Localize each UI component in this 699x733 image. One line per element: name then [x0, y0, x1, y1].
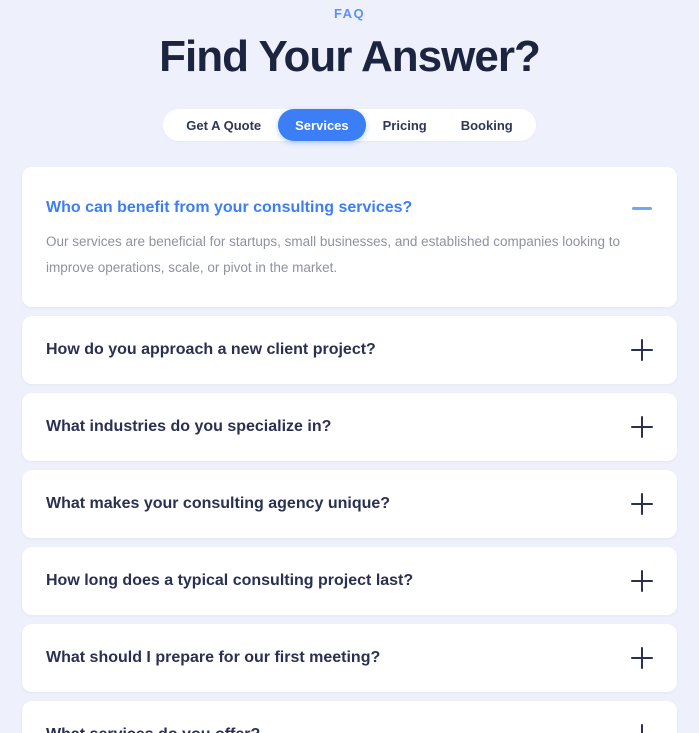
plus-icon[interactable] — [631, 493, 653, 515]
faq-item[interactable]: What should I prepare for our first meet… — [22, 624, 677, 692]
faq-item[interactable]: What industries do you specialize in? — [22, 393, 677, 461]
faq-item[interactable]: What services do you offer? — [22, 701, 677, 733]
faq-question: What makes your consulting agency unique… — [46, 495, 391, 512]
tab-pricing[interactable]: Pricing — [366, 109, 444, 141]
faq-item[interactable]: How do you approach a new client project… — [22, 316, 677, 384]
section-eyebrow: FAQ — [334, 6, 365, 21]
faq-item-header[interactable]: How long does a typical consulting proje… — [46, 547, 653, 615]
plus-icon[interactable] — [631, 416, 653, 438]
faq-item-header[interactable]: What services do you offer? — [46, 701, 653, 733]
plus-icon[interactable] — [631, 647, 653, 669]
plus-icon[interactable] — [631, 724, 653, 733]
faq-page: FAQ Find Your Answer? Get A Quote Servic… — [0, 0, 699, 733]
plus-icon[interactable] — [631, 339, 653, 361]
faq-item-header[interactable]: How do you approach a new client project… — [46, 316, 653, 384]
faq-question: How do you approach a new client project… — [46, 341, 376, 358]
faq-question: What services do you offer? — [46, 724, 260, 733]
faq-item[interactable]: How long does a typical consulting proje… — [22, 547, 677, 615]
tab-services[interactable]: Services — [278, 109, 366, 141]
tab-booking[interactable]: Booking — [444, 109, 530, 141]
tab-get-a-quote[interactable]: Get A Quote — [169, 109, 278, 141]
faq-tab-bar: Get A Quote Services Pricing Booking — [163, 109, 536, 141]
plus-icon[interactable] — [631, 570, 653, 592]
faq-accordion-list: Who can benefit from your consulting ser… — [22, 167, 677, 733]
page-title: Find Your Answer? — [159, 32, 541, 81]
faq-question: Who can benefit from your consulting ser… — [46, 199, 413, 216]
faq-item-header[interactable]: What makes your consulting agency unique… — [46, 470, 653, 538]
faq-item-header[interactable]: What industries do you specialize in? — [46, 393, 653, 461]
faq-item[interactable]: What makes your consulting agency unique… — [22, 470, 677, 538]
faq-question: What should I prepare for our first meet… — [46, 649, 381, 666]
faq-answer: Our services are beneficial for startups… — [46, 234, 621, 275]
faq-item-header[interactable]: What should I prepare for our first meet… — [46, 624, 653, 692]
faq-item-header[interactable]: Who can benefit from your consulting ser… — [46, 167, 653, 229]
minus-icon[interactable] — [631, 197, 653, 219]
faq-question: How long does a typical consulting proje… — [46, 572, 414, 589]
faq-item-expanded[interactable]: Who can benefit from your consulting ser… — [22, 167, 677, 307]
faq-question: What industries do you specialize in? — [46, 418, 332, 435]
